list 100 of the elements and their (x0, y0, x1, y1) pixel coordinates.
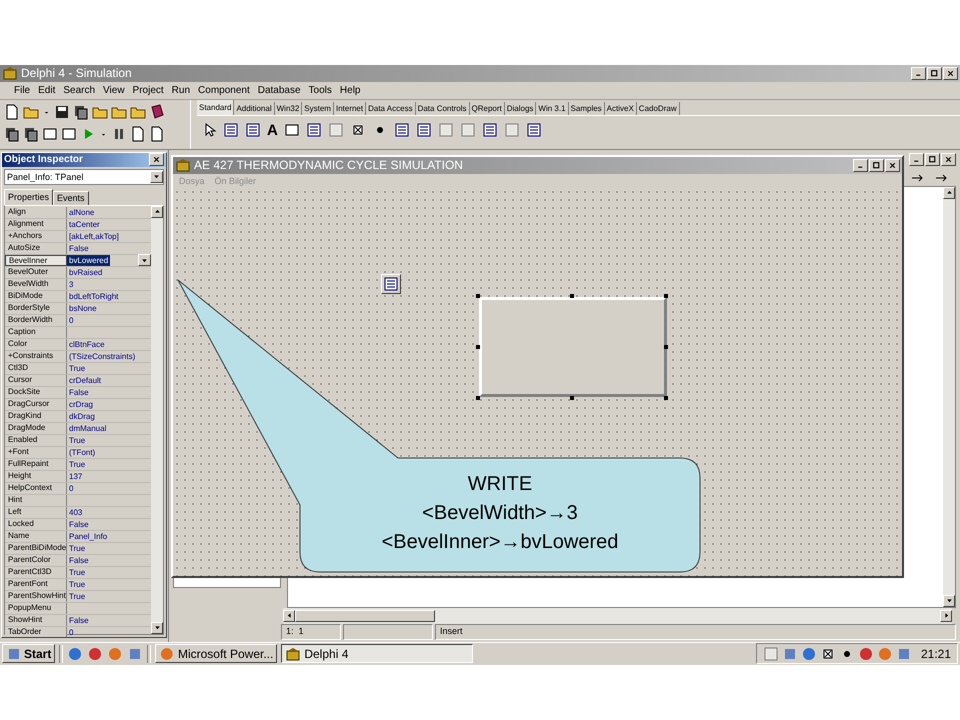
taskbar-button[interactable]: Delphi 4 (281, 644, 474, 664)
taskbar-button[interactable]: Microsoft Power... (155, 644, 278, 664)
round-app-icon[interactable] (87, 646, 104, 662)
property-value[interactable]: crDrag (67, 398, 96, 410)
palette-tab[interactable]: Dialogs (504, 102, 536, 116)
property-value[interactable]: False (67, 386, 91, 398)
property-value[interactable]: True (67, 458, 88, 470)
palette-tab[interactable]: Additional (234, 102, 275, 116)
property-name[interactable]: +Anchors (5, 230, 67, 242)
book-icon[interactable] (149, 104, 165, 120)
property-value[interactable]: bvLowered (67, 254, 110, 266)
property-name[interactable]: Cursor (5, 374, 67, 386)
scrollbar[interactable] (943, 186, 955, 607)
palette-tab[interactable]: ActiveX (604, 102, 637, 116)
editor-close-button[interactable] (941, 153, 956, 166)
building-icon[interactable] (175, 157, 191, 174)
palette-tab[interactable]: Data Access (366, 102, 416, 116)
form-window-icon[interactable] (61, 126, 77, 142)
property-name[interactable]: BevelInner (5, 254, 67, 266)
palette-tab[interactable]: Internet (334, 102, 366, 116)
property-value[interactable]: dkDrag (67, 410, 97, 422)
palette-tab[interactable]: Win 3.1 (536, 102, 569, 116)
property-value[interactable]: True (67, 542, 88, 554)
form-minimize-button[interactable] (853, 158, 868, 172)
palette-tab[interactable]: Win32 (274, 102, 302, 116)
menu-item[interactable]: Tools (304, 84, 336, 96)
property-value[interactable]: 3 (67, 278, 76, 290)
property-name[interactable]: Align (5, 206, 67, 218)
menu-item[interactable]: Search (59, 84, 100, 96)
maximize-icon[interactable] (928, 155, 937, 164)
inspector-tab[interactable]: Events (53, 190, 89, 205)
property-name[interactable]: TabOrder (5, 626, 67, 637)
property-value[interactable]: False (67, 554, 91, 566)
property-value[interactable]: taCenter (67, 218, 102, 230)
property-value[interactable]: 0 (67, 314, 76, 326)
label-tool[interactable]: A (267, 122, 278, 139)
inspector-tab[interactable]: Properties (4, 188, 54, 205)
property-value[interactable]: (TSizeConstraints) (67, 350, 138, 362)
palette-tab[interactable]: Samples (568, 102, 605, 116)
palette-tab[interactable]: Standard (197, 100, 234, 116)
property-value[interactable]: False (67, 518, 91, 530)
palette-tab[interactable]: CadoDraw (636, 102, 680, 116)
property-value[interactable]: True (67, 590, 88, 602)
menu-item[interactable]: File (10, 84, 34, 96)
horizontal-scrollbar[interactable] (283, 608, 952, 624)
minimize-button[interactable] (911, 66, 926, 80)
grid-tool-icon[interactable] (526, 122, 542, 138)
new-page-icon[interactable] (4, 104, 20, 120)
property-name[interactable]: +Constraints (5, 350, 67, 362)
property-value[interactable]: 403 (67, 506, 84, 518)
main-menu-icon[interactable] (223, 122, 239, 138)
scrollbar[interactable] (151, 206, 163, 634)
building-icon[interactable] (2, 65, 18, 82)
property-name[interactable]: ShowHint (5, 614, 67, 626)
property-name[interactable]: Ctl3D (5, 362, 67, 374)
property-value[interactable]: [akLeft,akTop] (67, 230, 121, 242)
property-value[interactable]: crDefault (67, 374, 104, 386)
maximize-icon[interactable] (930, 68, 939, 78)
property-value[interactable]: bsNone (67, 302, 99, 314)
property-value[interactable]: (TFont) (67, 446, 98, 458)
palette-tab[interactable]: System (302, 102, 334, 116)
property-value[interactable]: False (67, 614, 91, 626)
selected-panel[interactable] (479, 296, 667, 397)
menu-item[interactable]: Run (168, 84, 194, 96)
start-button[interactable]: Start (2, 644, 56, 664)
property-value[interactable]: alNone (67, 206, 96, 218)
close-icon[interactable] (888, 160, 897, 170)
stacked-pages-icon[interactable] (73, 104, 89, 120)
property-value[interactable]: 137 (67, 470, 84, 482)
menu-item[interactable]: Help (336, 84, 364, 96)
memo-icon[interactable] (306, 122, 322, 138)
editor-maximize-button[interactable] (925, 153, 940, 166)
stacked-pages-icon[interactable] (23, 126, 39, 142)
maximize-icon[interactable] (872, 160, 881, 170)
property-value[interactable]: 0 (67, 626, 76, 637)
palette-tab[interactable]: QReport (470, 102, 505, 116)
menu-item[interactable]: View (99, 84, 129, 96)
property-name[interactable]: Caption (5, 326, 67, 338)
property-value[interactable]: dmManual (67, 422, 108, 434)
property-value[interactable]: True (67, 362, 88, 374)
close-button[interactable] (943, 66, 958, 80)
globe-icon[interactable] (67, 646, 84, 662)
close-button[interactable] (149, 153, 164, 166)
building-icon[interactable] (285, 646, 302, 662)
property-value[interactable]: True (67, 566, 88, 578)
edit-box-icon[interactable] (284, 122, 300, 138)
property-value[interactable]: bdLeftToRight (67, 290, 120, 302)
property-value[interactable]: True (67, 578, 88, 590)
menu-item[interactable]: Project (128, 84, 168, 96)
form-maximize-button[interactable] (869, 158, 884, 172)
property-value[interactable]: bvRaised (67, 266, 104, 278)
popup-menu-icon[interactable] (245, 122, 261, 138)
property-value[interactable]: clBtnFace (67, 338, 107, 350)
property-value[interactable]: False (67, 242, 91, 254)
property-name[interactable]: Alignment (5, 218, 67, 230)
property-value[interactable]: True (67, 434, 88, 446)
form-close-button[interactable] (885, 158, 900, 172)
menu-item[interactable]: Database (254, 84, 305, 96)
close-icon[interactable] (152, 155, 161, 164)
menu-item[interactable]: Component (194, 84, 254, 96)
